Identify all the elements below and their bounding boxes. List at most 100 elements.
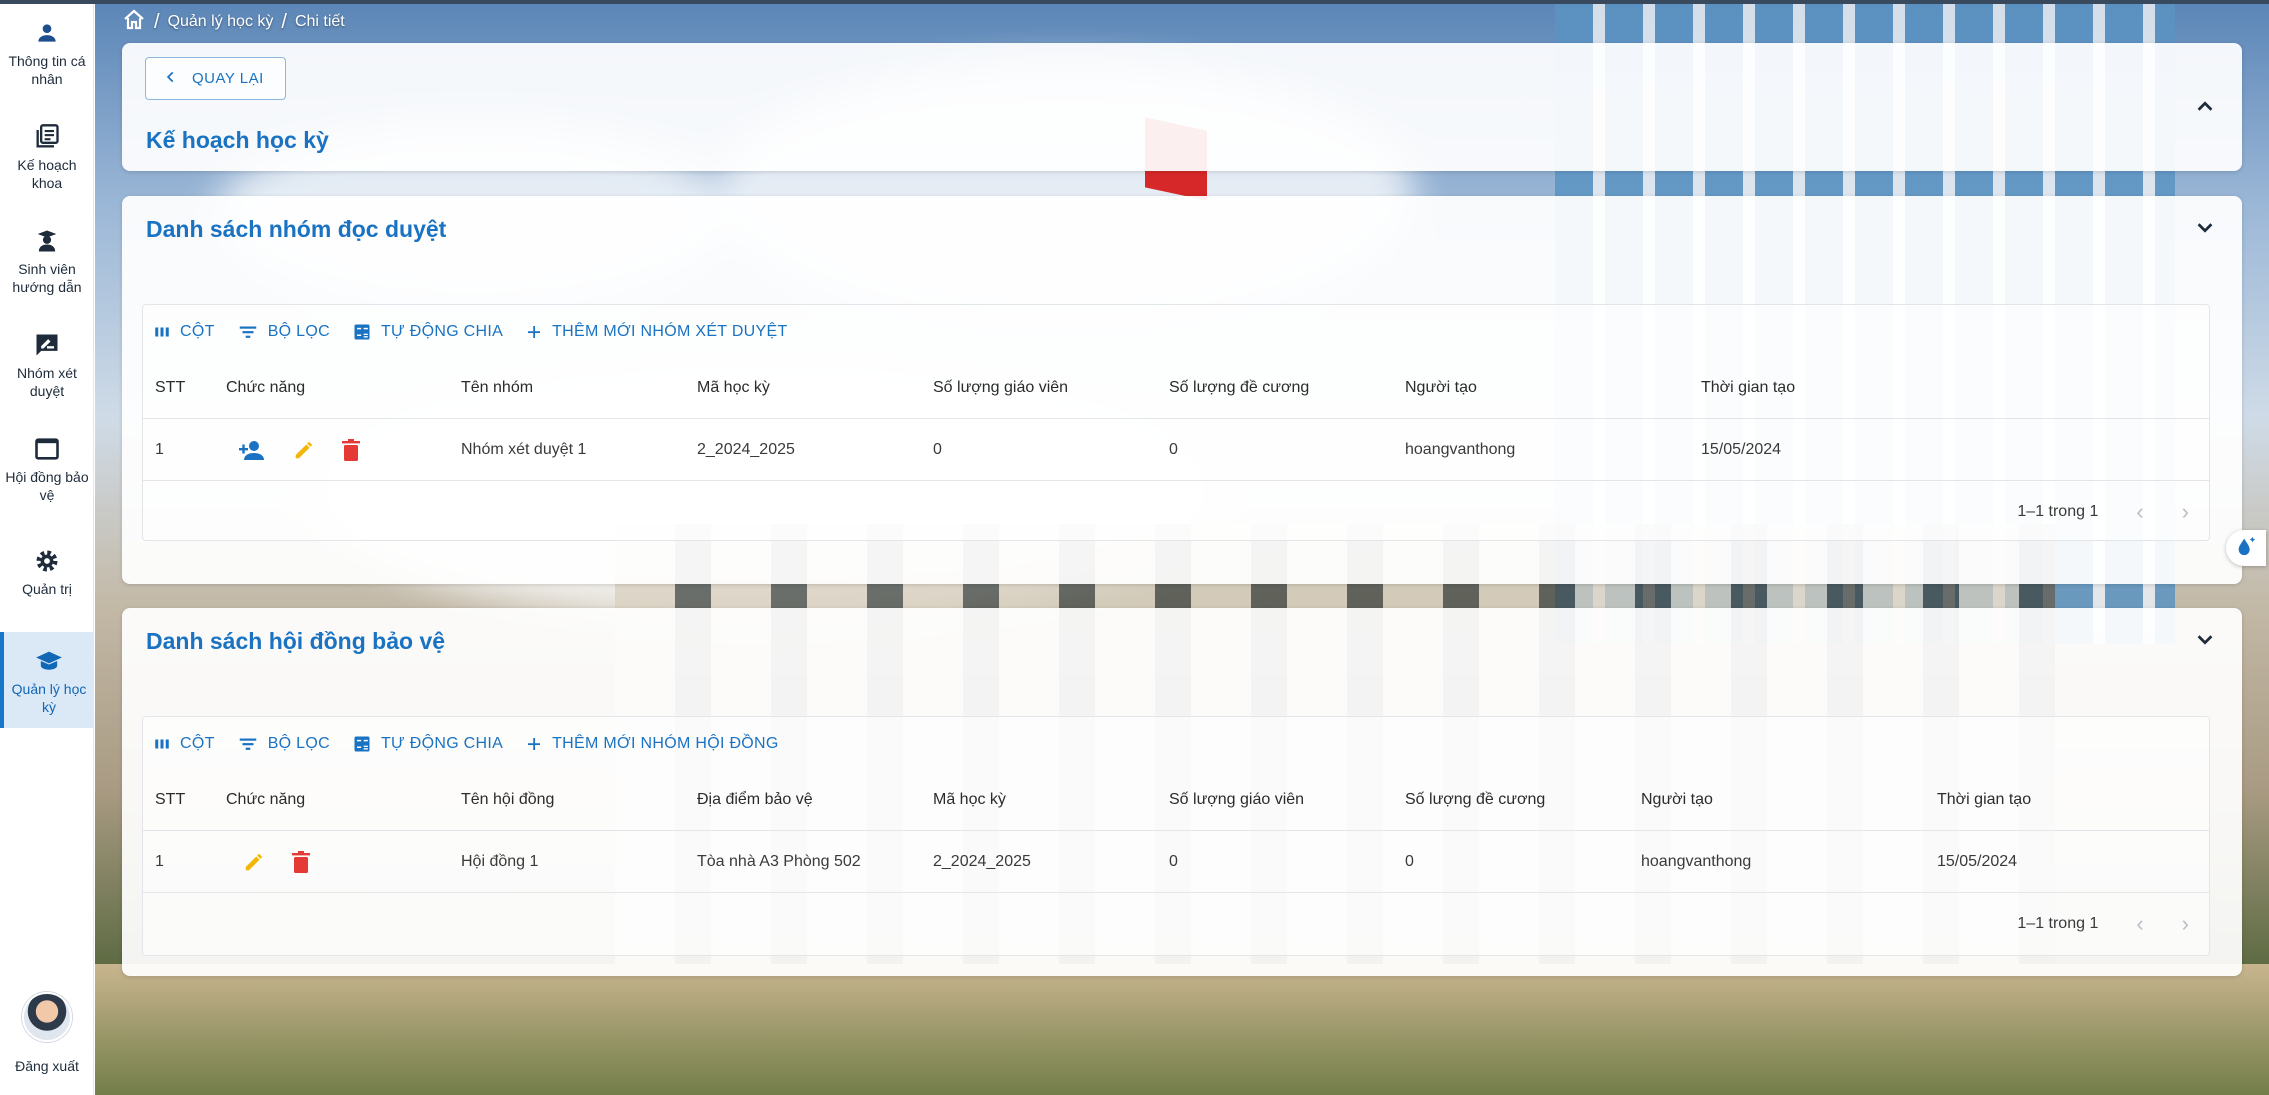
auto-split-button[interactable]: TỰ ĐỘNG CHIA: [352, 734, 503, 754]
filter-icon: [239, 326, 256, 338]
column-header[interactable]: Địa điểm bảo vệ: [697, 769, 813, 831]
table-row[interactable]: 1 Hội đồng 1 Tòa nhà A3 Phòng 502 2_2024…: [143, 831, 2209, 893]
review-groups-title: Danh sách nhóm đọc duyệt: [146, 216, 447, 242]
breadcrumb-separator: /: [154, 10, 160, 33]
teacher-count: 0: [1169, 853, 1178, 870]
logout-link[interactable]: Đăng xuất: [0, 1058, 94, 1074]
semester-plan-title: Kế hoạch học kỳ: [146, 127, 329, 153]
sidebar-item-profile[interactable]: Thông tin cá nhân: [0, 4, 94, 100]
column-header[interactable]: Số lượng giáo viên: [1169, 769, 1304, 831]
graduate-person-icon: [30, 224, 64, 258]
rate-review-icon: [30, 328, 64, 362]
column-header[interactable]: Mã học kỳ: [933, 769, 1006, 831]
sidebar-item-label: Sinh viên hướng dẫn: [12, 261, 82, 295]
sidebar-item-defense-council[interactable]: Hội đồng bảo vệ: [0, 420, 94, 516]
chevron-down-icon[interactable]: [2194, 216, 2216, 238]
auto-split-button[interactable]: TỰ ĐỘNG CHIA: [352, 322, 503, 342]
trash-icon[interactable]: [341, 439, 361, 461]
breadcrumb-detail: Chi tiết: [294, 13, 345, 30]
council-name: Hội đồng 1: [461, 853, 539, 870]
filter-label: BỘ LỌC: [267, 323, 330, 340]
auto-split-label: TỰ ĐỘNG CHIA: [380, 735, 504, 752]
sidebar-item-label: Quản lý học kỳ: [11, 681, 87, 715]
sidebar-item-semester-management[interactable]: Quản lý học kỳ: [0, 632, 94, 728]
filter-label: BỘ LỌC: [267, 735, 330, 752]
chevron-down-icon[interactable]: [2194, 628, 2216, 650]
plus-icon: [528, 326, 541, 338]
outline-count: 0: [1169, 441, 1178, 458]
filter-button[interactable]: BỘ LỌC: [237, 733, 330, 755]
sidebar-item-faculty-plan[interactable]: Kế hoạch khoa: [0, 108, 94, 204]
column-header[interactable]: Số lượng đề cương: [1405, 769, 1545, 831]
sidebar-item-admin[interactable]: Quản trị: [0, 532, 94, 628]
school-icon: [32, 644, 66, 678]
column-header[interactable]: Tên nhóm: [461, 357, 533, 419]
chevron-up-icon[interactable]: [2194, 96, 2216, 118]
add-review-group-label: THÊM MỚI NHÓM XÉT DUYỆT: [552, 323, 788, 340]
column-header[interactable]: Thời gian tạo: [1937, 769, 2031, 831]
avatar[interactable]: [22, 992, 72, 1042]
chevron-right-icon[interactable]: ›: [2182, 499, 2189, 525]
sidebar-item-students[interactable]: Sinh viên hướng dẫn: [0, 212, 94, 308]
breadcrumb-semester-management[interactable]: Quản lý học kỳ: [168, 13, 274, 31]
outline-count: 0: [1405, 853, 1414, 870]
calculate-icon: [354, 736, 370, 752]
pagination: 1–1 trong 1 ‹ ›: [2017, 481, 2189, 543]
filter-button[interactable]: BỘ LỌC: [237, 321, 330, 343]
floating-assistant-button[interactable]: [2226, 530, 2266, 566]
column-header[interactable]: Thời gian tạo: [1701, 357, 1795, 419]
column-header[interactable]: Số lượng đề cương: [1169, 357, 1309, 419]
chevron-left-icon[interactable]: ‹: [2136, 499, 2143, 525]
person-add-icon[interactable]: [239, 439, 267, 461]
column-header[interactable]: STT: [155, 357, 185, 419]
column-header[interactable]: Mã học kỳ: [697, 357, 770, 419]
chevron-left-icon: [164, 70, 178, 88]
pagination-label: 1–1 trong 1: [2017, 503, 2099, 520]
water-drop-sparkle-icon: [2235, 535, 2257, 562]
person-icon: [30, 16, 64, 50]
window-icon: [30, 432, 64, 466]
breadcrumb-separator: /: [281, 10, 287, 33]
pagination: 1–1 trong 1 ‹ ›: [2017, 893, 2189, 955]
edit-pencil-icon[interactable]: [293, 439, 315, 461]
table-row[interactable]: 1 Nhóm xét duyệt 1 2_2024_2025 0 0 hoang…: [143, 419, 2209, 481]
chevron-right-icon[interactable]: ›: [2182, 911, 2189, 937]
semester-plan-card: QUAY LẠI Kế hoạch học kỳ: [122, 43, 2242, 171]
back-button-label: QUAY LẠI: [192, 70, 264, 87]
table-header-row: STT Chức năng Tên nhóm Mã học kỳ Số lượn…: [143, 357, 2209, 419]
columns-icon: [155, 327, 169, 337]
home-icon[interactable]: [122, 8, 146, 37]
column-header[interactable]: Chức năng: [226, 769, 305, 831]
creator: hoangvanthong: [1641, 853, 1752, 870]
column-header[interactable]: Người tạo: [1641, 769, 1713, 831]
trash-icon[interactable]: [291, 851, 311, 873]
chevron-left-icon[interactable]: ‹: [2136, 911, 2143, 937]
calculate-icon: [354, 324, 370, 340]
column-header[interactable]: Tên hội đồng: [461, 769, 554, 831]
edit-pencil-icon[interactable]: [243, 851, 265, 873]
sidebar: Thông tin cá nhân Kế hoạch khoa Sinh viê…: [0, 4, 94, 1095]
row-actions: [243, 831, 311, 893]
created-date: 15/05/2024: [1937, 853, 2018, 870]
defense-location: Tòa nhà A3 Phòng 502: [697, 853, 861, 870]
add-review-group-button[interactable]: THÊM MỚI NHÓM XÉT DUYỆT: [525, 323, 787, 341]
add-council-button[interactable]: THÊM MỚI NHÓM HỘI ĐỒNG: [525, 735, 779, 753]
column-header[interactable]: STT: [155, 769, 185, 831]
back-button[interactable]: QUAY LẠI: [145, 57, 286, 100]
created-date: 15/05/2024: [1701, 441, 1782, 458]
grid-toolbar: CỘT BỘ LỌC TỰ ĐỘNG CHIA THÊM MỚI NHÓM XÉ…: [153, 319, 788, 345]
gear-icon: [30, 544, 64, 578]
column-header[interactable]: Chức năng: [226, 357, 305, 419]
sidebar-item-label: Nhóm xét duyệt: [17, 365, 77, 399]
columns-button[interactable]: CỘT: [153, 735, 215, 753]
column-header[interactable]: Số lượng giáo viên: [933, 357, 1068, 419]
column-header[interactable]: Người tạo: [1405, 357, 1477, 419]
columns-button[interactable]: CỘT: [153, 323, 215, 341]
add-council-label: THÊM MỚI NHÓM HỘI ĐỒNG: [552, 735, 779, 752]
sidebar-item-review-groups[interactable]: Nhóm xét duyệt: [0, 316, 94, 412]
defense-councils-title: Danh sách hội đồng bảo vệ: [146, 628, 446, 654]
filter-icon: [239, 738, 256, 750]
library-books-icon: [30, 120, 64, 154]
teacher-count: 0: [933, 441, 942, 458]
defense-councils-card: Danh sách hội đồng bảo vệ CỘT BỘ LỌC TỰ …: [122, 608, 2242, 976]
